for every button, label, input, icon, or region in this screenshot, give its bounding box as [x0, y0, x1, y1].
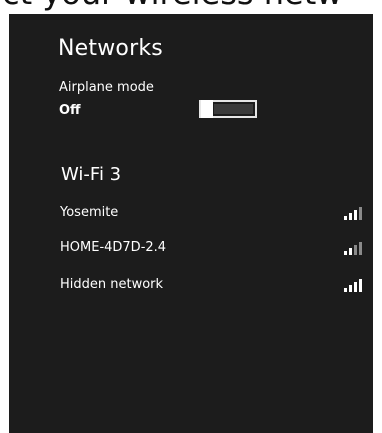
- wifi-section-title: Wi-Fi 3: [61, 164, 122, 185]
- wifi-signal-icon: [344, 277, 368, 292]
- networks-panel: Networks Airplane mode Off Wi-Fi 3 Yosem…: [9, 14, 373, 433]
- network-name: HOME-4D7D-2.4: [60, 240, 167, 255]
- airplane-mode-toggle[interactable]: [199, 100, 257, 118]
- toggle-thumb[interactable]: [201, 100, 213, 118]
- network-name: Yosemite: [60, 205, 119, 220]
- airplane-mode-label: Airplane mode: [59, 80, 154, 95]
- network-name: Hidden network: [60, 277, 164, 292]
- airplane-mode-state: Off: [59, 103, 81, 118]
- network-item-home-4d7d[interactable]: HOME-4D7D-2.4: [53, 235, 371, 263]
- network-item-yosemite[interactable]: Yosemite: [53, 200, 371, 228]
- wifi-signal-icon: [344, 240, 368, 255]
- background-window: ct your wireless netw: [0, 0, 382, 14]
- toggle-track: [214, 104, 253, 114]
- network-item-hidden-network[interactable]: Hidden network: [53, 272, 371, 300]
- panel-title: Networks: [58, 36, 163, 61]
- background-caption: ct your wireless netw: [2, 0, 342, 12]
- wifi-signal-icon: [344, 205, 368, 220]
